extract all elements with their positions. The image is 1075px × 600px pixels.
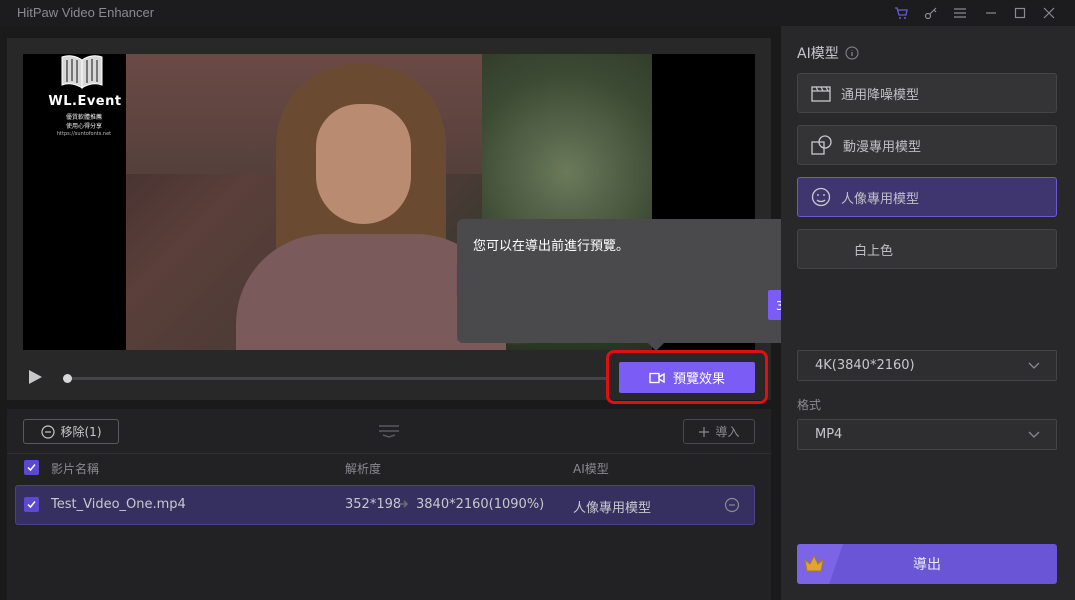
list-divider — [7, 453, 771, 454]
model-label-portrait: 人像專用模型 — [841, 191, 920, 207]
chevron-down-icon — [1028, 362, 1040, 369]
video-camera-icon — [649, 372, 665, 383]
maximize-icon[interactable] — [1011, 4, 1029, 22]
info-icon[interactable] — [845, 46, 859, 60]
minimize-icon[interactable] — [982, 4, 1000, 22]
export-label: 導出 — [913, 557, 941, 573]
header-file-name: 影片名稱 — [51, 462, 100, 476]
format-label: 格式 — [797, 398, 822, 412]
model-label-denoise: 通用降噪模型 — [841, 87, 920, 103]
header-resolution: 解析度 — [345, 462, 382, 476]
preview-button[interactable]: 預覽效果 — [619, 362, 755, 393]
check-icon — [27, 464, 36, 472]
arrow-right-icon — [398, 498, 410, 514]
watermark-url: https://suntofonts.net — [56, 131, 112, 137]
app-title: HitPaw Video Enhancer — [17, 5, 155, 20]
resolution-select[interactable]: 4K(3840*2160) — [797, 350, 1057, 381]
select-all-checkbox[interactable] — [24, 460, 39, 475]
collapse-handle-icon[interactable] — [378, 423, 400, 438]
model-label-colorize: 白上色 — [854, 243, 894, 259]
anime-icon — [811, 135, 832, 155]
book-icon — [61, 55, 103, 89]
model-option-denoise[interactable]: 通用降噪模型 — [797, 73, 1057, 113]
model-label-anime: 動漫專用模型 — [843, 139, 922, 155]
film-icon — [811, 86, 831, 102]
format-value: MP4 — [815, 427, 843, 442]
play-icon[interactable] — [27, 369, 43, 385]
crown-icon — [804, 554, 824, 572]
resolution-value: 4K(3840*2160) — [815, 358, 915, 373]
remove-button[interactable]: 移除(1) — [23, 419, 119, 444]
model-option-portrait[interactable]: 人像專用模型 — [797, 177, 1057, 217]
model-option-anime[interactable]: 動漫專用模型 — [797, 125, 1057, 165]
row-checkbox[interactable] — [24, 497, 39, 512]
check-icon — [27, 501, 36, 509]
face-icon — [811, 187, 831, 207]
chevron-down-icon — [1028, 431, 1040, 438]
format-select[interactable]: MP4 — [797, 419, 1057, 450]
model-option-colorize[interactable]: 白上色 — [797, 229, 1057, 269]
close-icon[interactable] — [1040, 4, 1058, 22]
watermark-line2: 使用心得分享 — [65, 123, 102, 130]
watermark-logo: WL.Event 優質軟體推薦 使用心得分享 https://suntofont… — [39, 54, 121, 144]
import-button[interactable]: 導入 — [683, 419, 755, 444]
menu-icon[interactable] — [951, 4, 969, 22]
row-resolution-to: 3840*2160(1090%) — [416, 497, 545, 512]
export-button[interactable]: 導出 — [797, 544, 1057, 584]
import-label: 導入 — [715, 425, 740, 439]
watermark-title: WL.Event — [48, 94, 122, 109]
title-bar: HitPaw Video Enhancer — [0, 0, 1075, 26]
row-ai-model: 人像專用模型 — [573, 501, 652, 516]
ai-model-section-title: AI模型 — [797, 43, 859, 63]
preview-label: 預覽效果 — [672, 372, 725, 387]
watermark-line1: 優質軟體推薦 — [65, 114, 102, 121]
plus-icon — [699, 426, 710, 437]
progress-bar[interactable] — [63, 377, 608, 380]
row-remove-icon[interactable] — [724, 497, 740, 513]
crown-badge — [797, 544, 843, 584]
header-ai-model: AI模型 — [573, 462, 609, 476]
ai-model-title: AI模型 — [797, 46, 839, 62]
key-icon[interactable] — [922, 4, 940, 22]
progress-handle[interactable] — [63, 374, 72, 383]
row-file-name: Test_Video_One.mp4 — [51, 497, 186, 512]
tooltip-arrow — [648, 343, 664, 351]
tooltip-text: 您可以在導出前進行預覽。 — [473, 239, 630, 254]
cart-icon[interactable] — [892, 4, 910, 22]
minus-circle-icon — [40, 424, 55, 439]
remove-label: 移除(1) — [60, 425, 102, 439]
row-resolution-from: 352*198 — [345, 497, 402, 512]
